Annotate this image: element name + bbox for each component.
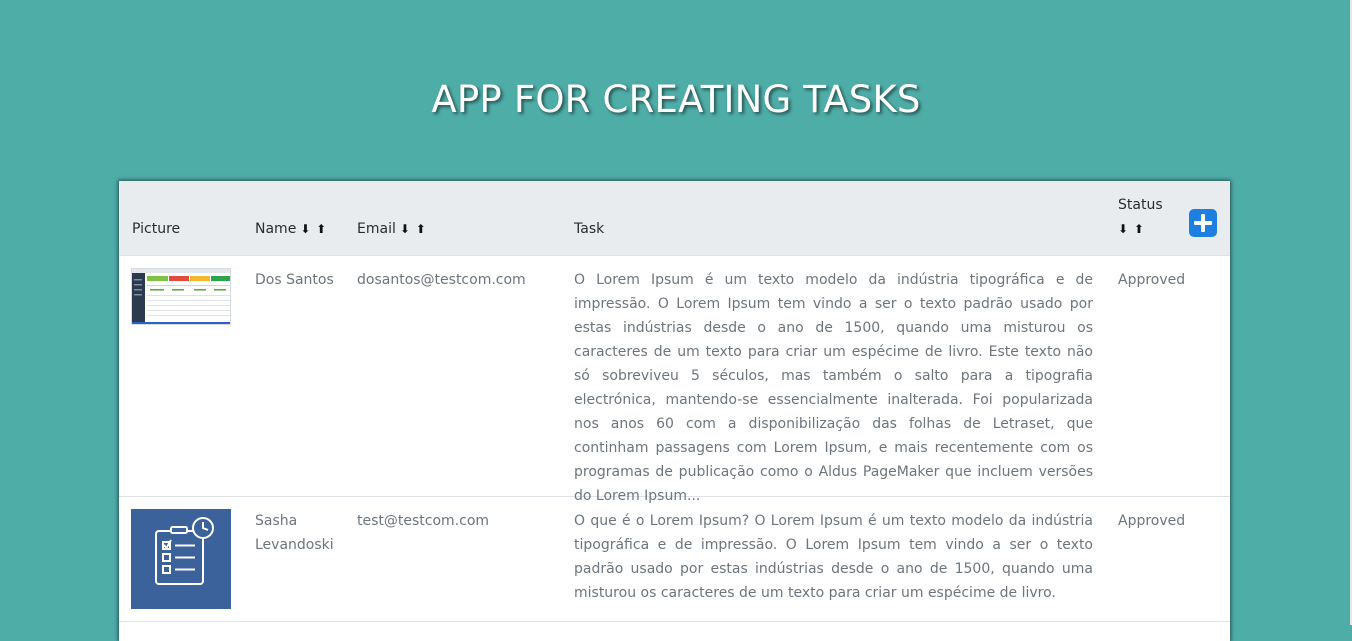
sort-email-icon[interactable]: ⬇ ⬆ — [400, 222, 427, 236]
table-row: Dos Santos dosantos@testcom.com O Lorem … — [119, 256, 1230, 504]
table-header: Picture Name ⬇ ⬆ Email ⬇ ⬆ Task Status ⬇ ⬆ — [119, 181, 1230, 256]
table-row: Sasha Levandoski test@testcom.com O que … — [119, 497, 1230, 622]
column-header-email[interactable]: Email ⬇ ⬆ — [357, 221, 427, 237]
page-title: APP FOR CREATING TASKS — [431, 78, 921, 121]
task-name: Sasha Levandoski — [255, 513, 334, 553]
column-header-status[interactable]: Status — [1118, 197, 1163, 213]
column-header-task: Task — [574, 221, 605, 237]
task-description: O Lorem Ipsum é um texto modelo da indús… — [574, 272, 1093, 504]
sort-name-icon[interactable]: ⬇ ⬆ — [300, 222, 327, 236]
tasks-table: Picture Name ⬇ ⬆ Email ⬇ ⬆ Task Status ⬇ ⬆ — [119, 181, 1230, 641]
task-email: dosantos@testcom.com — [357, 272, 526, 288]
sort-status-icon[interactable]: ⬇ ⬆ — [1114, 221, 1145, 237]
column-header-picture: Picture — [132, 221, 181, 237]
column-header-name[interactable]: Name ⬇ ⬆ — [255, 221, 327, 237]
task-picture — [131, 268, 231, 325]
add-task-button[interactable] — [1189, 209, 1217, 237]
task-picture — [131, 509, 231, 609]
dashboard-screenshot-thumbnail — [132, 269, 230, 324]
task-description: O que é o Lorem Ipsum? O Lorem Ipsum é u… — [574, 513, 1093, 601]
status-badge: Approved — [1118, 513, 1186, 529]
status-badge: Approved — [1118, 272, 1186, 288]
task-checklist-clock-icon — [131, 509, 231, 609]
task-email: test@testcom.com — [357, 513, 490, 529]
task-name: Dos Santos — [255, 272, 334, 288]
